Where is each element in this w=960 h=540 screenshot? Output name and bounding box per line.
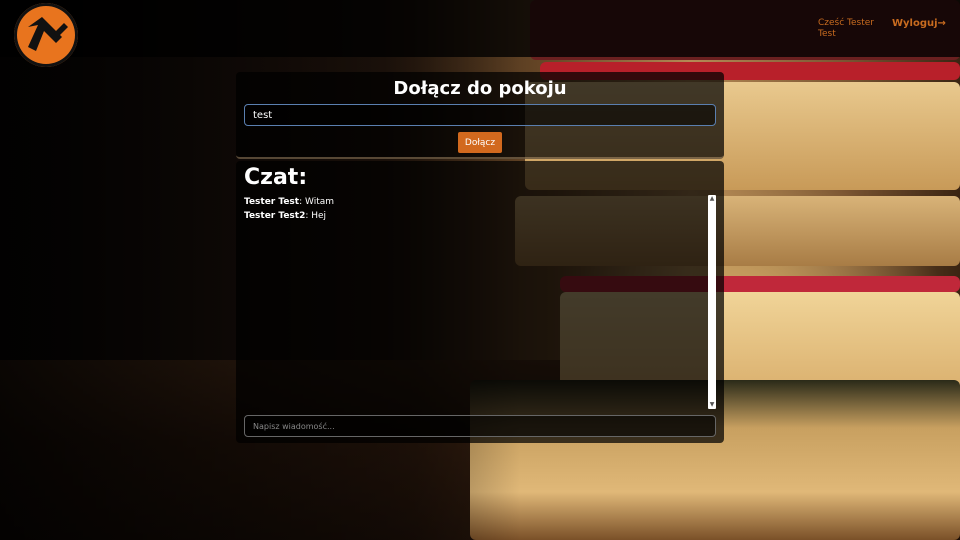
chat-message: Tester Test2: Hej — [244, 209, 706, 223]
message-author: Tester Test2 — [244, 211, 306, 221]
scroll-up-arrow-icon[interactable]: ▲ — [708, 195, 716, 203]
chat-messages: Tester Test: Witam Tester Test2: Hej — [244, 195, 706, 409]
scroll-down-arrow-icon[interactable]: ▼ — [708, 401, 716, 409]
room-name-input[interactable] — [244, 104, 716, 126]
join-room-panel: Dołącz do pokoju Dołącz — [236, 72, 724, 159]
message-input[interactable] — [244, 415, 716, 437]
chat-message: Tester Test: Witam — [244, 195, 706, 209]
user-greeting: Cześć Tester Test — [818, 18, 875, 39]
message-author: Tester Test — [244, 197, 300, 207]
join-button[interactable]: Dołącz — [458, 132, 502, 153]
lambda-logo-icon[interactable] — [14, 3, 78, 67]
message-text: : Hej — [305, 211, 327, 221]
chat-panel: Czat: Tester Test: Witam Tester Test2: H… — [236, 161, 724, 443]
chat-scrollbar[interactable]: ▲ ▼ — [708, 195, 716, 409]
top-navbar: Cześć Tester Test Wyloguj→ — [0, 0, 960, 67]
join-room-title: Dołącz do pokoju — [393, 78, 567, 99]
message-text: : Witam — [299, 197, 334, 207]
chat-title: Czat: — [244, 165, 308, 190]
logout-link[interactable]: Wyloguj→ — [892, 18, 946, 29]
